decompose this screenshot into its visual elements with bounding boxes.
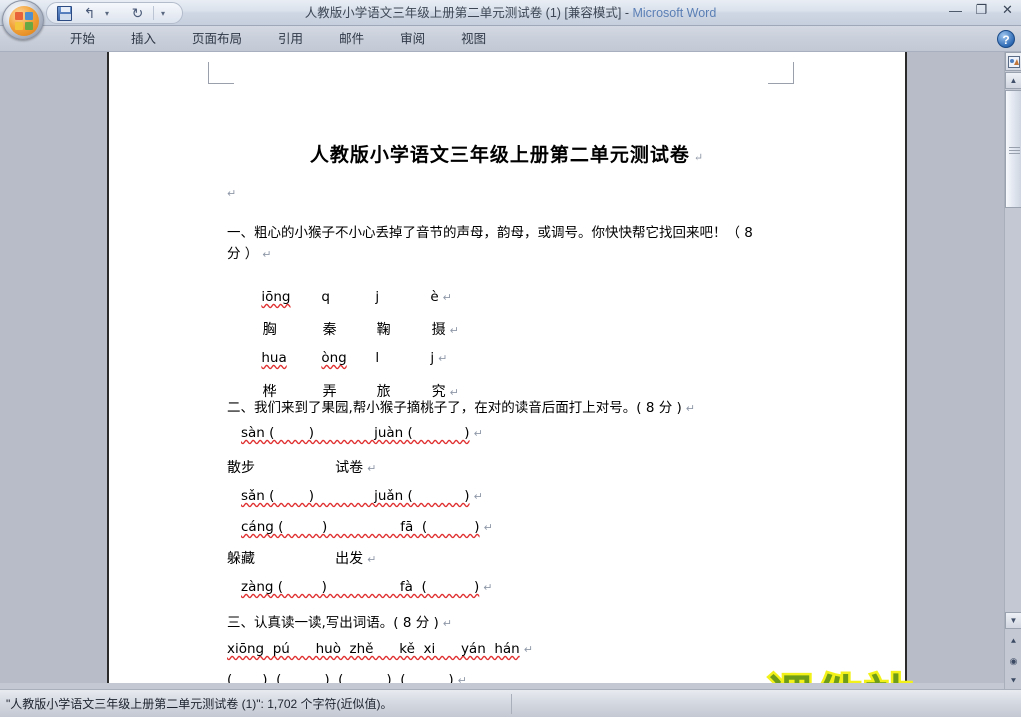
save-icon: [57, 5, 72, 21]
save-button[interactable]: [57, 5, 74, 22]
tab-review[interactable]: 审阅: [382, 26, 443, 52]
redo-icon: ↻: [131, 4, 144, 21]
tab-mailings[interactable]: 邮件: [321, 26, 382, 52]
pinyin-token: zàng ( ) fà ( ): [241, 579, 480, 595]
chevron-down-icon: ▾: [105, 8, 110, 18]
status-bar: "人教版小学语文三年级上册第二单元测试卷 (1)": 1,702 个字符(近似值…: [0, 689, 1021, 717]
hanzi-token: 躲藏 出发: [227, 551, 364, 567]
section2-line-0: sàn ( ) juàn ( ) ↵: [241, 425, 483, 441]
restore-button[interactable]: ❐: [972, 1, 991, 19]
pilcrow-mark: ↵: [523, 643, 533, 656]
tab-insert[interactable]: 插入: [113, 26, 174, 52]
pinyin-cell: j: [430, 350, 435, 366]
scroll-thumb-grip: [1009, 147, 1020, 154]
word-application-window: 人教版小学语文三年级上册第二单元测试卷 (1) [兼容模式] - Microso…: [0, 0, 1021, 717]
window-title-document: 人教版小学语文三年级上册第二单元测试卷 (1) [兼容模式]: [304, 6, 622, 20]
close-button[interactable]: ✕: [998, 1, 1017, 19]
hanzi-token: 散步 试卷: [227, 460, 364, 476]
pilcrow-mark: ↵: [693, 151, 705, 164]
status-word-count: "人教版小学语文三年级上册第二单元测试卷 (1)": 1,702 个字符(近似值…: [6, 697, 393, 711]
section2-line-5: zàng ( ) fà ( ) ↵: [241, 579, 492, 595]
pinyin-cell: òng: [321, 350, 347, 366]
section1-heading-line2-text: 分 ）: [227, 246, 259, 262]
pilcrow-mark: ↵: [438, 352, 448, 365]
window-title-separator: -: [621, 6, 633, 20]
pilcrow-mark: ↵: [685, 402, 696, 415]
pinyin-cell: l: [375, 350, 380, 366]
document-workspace: 人教版小学语文三年级上册第二单元测试卷 ↵ ↵ 一、粗心的小猴子不小心丢掉了音节的…: [0, 52, 1021, 717]
pilcrow-mark: ↵: [483, 521, 493, 534]
pinyin-token: cáng ( ) fā ( ): [241, 519, 480, 535]
undo-button[interactable]: ↰: [81, 5, 98, 22]
pilcrow-mark: ↵: [449, 324, 459, 337]
quick-access-toolbar: ↰ ▾ ↻ ▾: [46, 2, 183, 24]
section2-heading-text: 二、我们来到了果园,帮小猴子摘桃子了，在对的读音后面打上对号。( 8 分 ): [227, 400, 682, 416]
section1-heading-line2: 分 ） ↵: [227, 242, 272, 262]
tab-references[interactable]: 引用: [260, 26, 321, 52]
status-bar-divider: [511, 694, 512, 714]
page-title-text: 人教版小学语文三年级上册第二单元测试卷: [309, 144, 690, 166]
pilcrow-mark: ↵: [442, 617, 453, 630]
tab-view[interactable]: 视图: [443, 26, 504, 52]
section3-heading-text: 三、认真读一读,写出词语。( 8 分 ): [227, 615, 439, 631]
ribbon-tab-bar: 开始 插入 页面布局 引用 邮件 审阅 视图 ?: [0, 26, 1021, 52]
toolbar-divider: [153, 6, 154, 20]
scroll-thumb[interactable]: [1005, 90, 1021, 208]
section3-heading: 三、认真读一读,写出词语。( 8 分 ) ↵: [227, 611, 452, 631]
window-controls: — ❐ ✕: [946, 1, 1017, 19]
window-title-app: Microsoft Word: [632, 6, 717, 20]
next-page-button[interactable]: ⯆: [1005, 672, 1021, 690]
minimize-button[interactable]: —: [946, 1, 965, 19]
section2-line-2: sǎn ( ) juǎn ( ) ↵: [241, 488, 483, 504]
tab-page-layout[interactable]: 页面布局: [174, 26, 260, 52]
customize-toolbar-button[interactable]: ▾: [161, 5, 178, 22]
pinyin-token: sàn ( ) juàn ( ): [241, 425, 470, 441]
redo-button[interactable]: ↻: [129, 5, 146, 22]
office-logo-icon: [9, 6, 39, 36]
page-select-icon[interactable]: [1005, 52, 1021, 71]
pilcrow-mark: ↵: [483, 581, 493, 594]
ribbon-tabs: 开始 插入 页面布局 引用 邮件 审阅 视图: [52, 26, 504, 52]
section3-line-0: xiōng pú huò zhě kě xi yán hán ↵: [227, 641, 533, 657]
scroll-up-button[interactable]: ▲: [1005, 72, 1021, 89]
pilcrow-mark: ↵: [367, 553, 377, 566]
select-browse-object-button[interactable]: ◉: [1005, 652, 1021, 670]
blank-paragraph-mark: ↵: [227, 187, 237, 200]
document-body[interactable]: 人教版小学语文三年级上册第二单元测试卷 ↵ ↵ 一、粗心的小猴子不小心丢掉了音节的…: [107, 61, 914, 717]
undo-icon: ↰: [83, 4, 96, 21]
chevron-down-icon: ▾: [161, 8, 166, 18]
section2-line-4: 躲藏 出发 ↵: [227, 548, 376, 568]
scroll-down-button[interactable]: ▼: [1005, 612, 1021, 629]
vertical-scrollbar[interactable]: ▲ ▼ ⯅ ◉ ⯆: [1004, 52, 1021, 689]
pilcrow-mark: ↵: [473, 490, 483, 503]
pinyin-token: sǎn ( ) juǎn ( ): [241, 488, 470, 504]
section1-heading-line1: 一、粗心的小猴子不小心丢掉了音节的声母，韵母，或调号。你快快帮它找回来吧！（ 8: [227, 225, 753, 241]
undo-dropdown[interactable]: ▾: [105, 5, 122, 22]
help-button[interactable]: ?: [997, 30, 1015, 48]
pilcrow-mark: ↵: [473, 427, 483, 440]
section2-line-3: cáng ( ) fā ( ) ↵: [241, 519, 493, 535]
pilcrow-mark: ↵: [367, 462, 377, 475]
section2-heading: 二、我们来到了果园,帮小猴子摘桃子了，在对的读音后面打上对号。( 8 分 ) ↵: [227, 396, 695, 416]
previous-page-button[interactable]: ⯅: [1005, 632, 1021, 650]
pinyin-cell: hua: [261, 350, 287, 366]
office-button[interactable]: [2, 0, 44, 40]
pinyin-token: xiōng pú huò zhě kě xi yán hán: [227, 641, 520, 657]
tab-home[interactable]: 开始: [52, 26, 113, 52]
pilcrow-mark: ↵: [262, 248, 272, 261]
section2-line-1: 散步 试卷 ↵: [227, 457, 376, 477]
page-title: 人教版小学语文三年级上册第二单元测试卷 ↵: [107, 140, 907, 167]
